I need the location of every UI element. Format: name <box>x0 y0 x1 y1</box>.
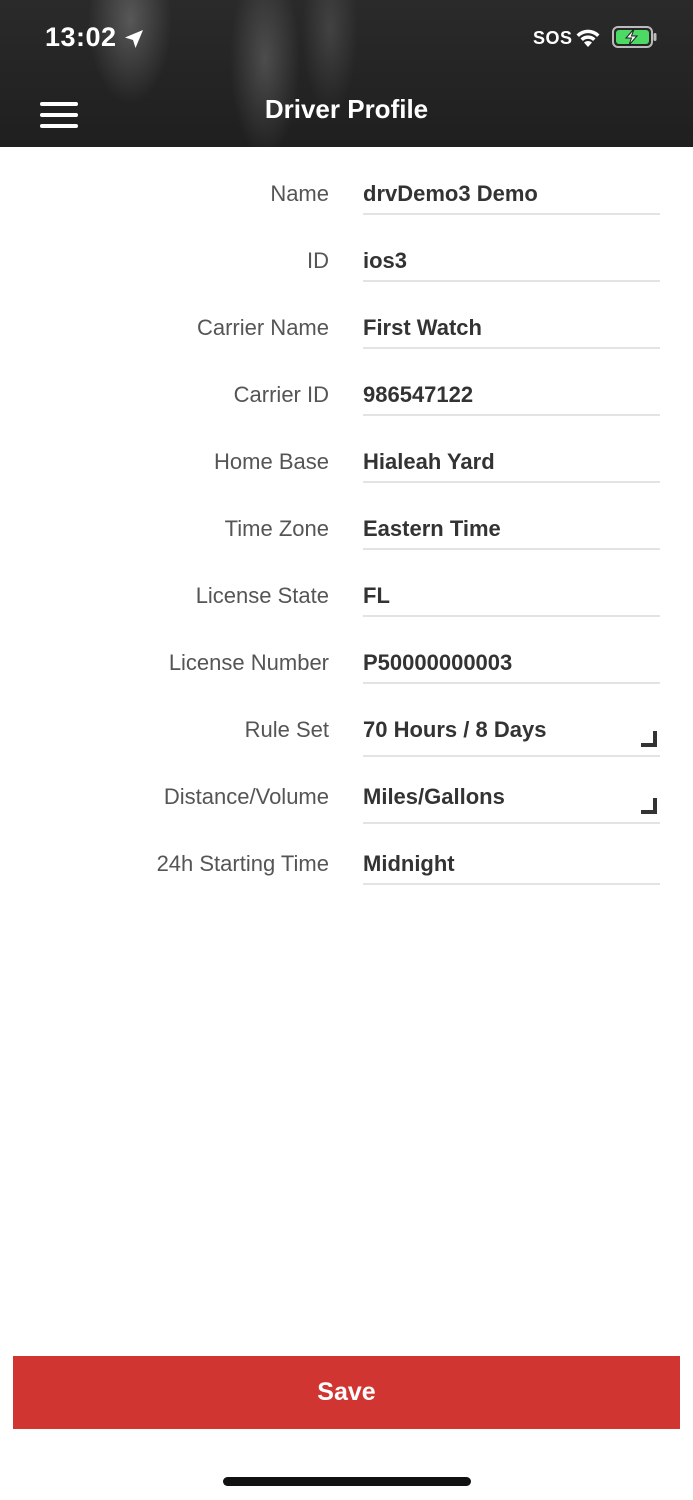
driver-profile-form: Name drvDemo3 Demo ID ios3 Carrier Name … <box>0 147 693 885</box>
field-row-license-number[interactable]: License Number P50000000003 <box>0 616 693 684</box>
field-row-time-zone[interactable]: Time Zone Eastern Time <box>0 482 693 550</box>
field-row-license-state[interactable]: License State FL <box>0 549 693 617</box>
picker-corner-icon <box>641 731 657 747</box>
rule-set-picker[interactable]: 70 Hours / 8 Days <box>363 717 660 743</box>
field-label: Carrier Name <box>196 315 329 340</box>
page-title: Driver Profile <box>264 94 429 124</box>
save-button[interactable]: Save <box>13 1356 680 1429</box>
header: 13:02 SOS Driver Profile <box>0 0 693 147</box>
home-indicator[interactable] <box>223 1477 471 1486</box>
wifi-icon <box>576 29 600 47</box>
home-base-field[interactable]: Hialeah Yard <box>363 449 660 475</box>
field-underline <box>363 883 660 885</box>
status-time: 13:02 <box>45 22 117 52</box>
battery-charging-icon <box>612 26 657 48</box>
field-label: 24h Starting Time <box>156 851 329 876</box>
location-arrow-icon <box>125 30 143 48</box>
field-label: Home Base <box>214 449 329 474</box>
field-row-home-base[interactable]: Home Base Hialeah Yard <box>0 415 693 483</box>
carrier-id-field[interactable]: 986547122 <box>363 382 660 408</box>
nav-bar: Driver Profile <box>0 76 693 147</box>
field-row-id[interactable]: ID ios3 <box>0 214 693 282</box>
driver-profile-screen: 13:02 SOS Driver Profile Name drvDemo3 D… <box>0 0 693 1500</box>
field-row-distance-volume[interactable]: Distance/Volume Miles/Gallons <box>0 750 693 824</box>
id-field[interactable]: ios3 <box>363 248 660 274</box>
field-label: Name <box>270 181 329 206</box>
field-row-carrier-id[interactable]: Carrier ID 986547122 <box>0 348 693 416</box>
picker-corner-icon <box>641 798 657 814</box>
field-row-carrier-name[interactable]: Carrier Name First Watch <box>0 281 693 349</box>
sos-indicator: SOS <box>533 28 573 48</box>
time-zone-field[interactable]: Eastern Time <box>363 516 660 542</box>
field-label: Rule Set <box>244 717 329 742</box>
field-label: Time Zone <box>224 516 329 541</box>
starting-time-field[interactable]: Midnight <box>363 851 660 877</box>
field-row-name[interactable]: Name drvDemo3 Demo <box>0 147 693 215</box>
distance-volume-picker[interactable]: Miles/Gallons <box>363 784 660 810</box>
field-row-starting-time[interactable]: 24h Starting Time Midnight <box>0 817 693 885</box>
field-label: License State <box>195 583 329 608</box>
field-label: Carrier ID <box>233 382 329 407</box>
name-field[interactable]: drvDemo3 Demo <box>363 181 660 207</box>
status-bar: 13:02 SOS <box>0 0 693 76</box>
field-label: Distance/Volume <box>163 784 329 809</box>
license-state-field[interactable]: FL <box>363 583 660 609</box>
field-label: License Number <box>168 650 329 675</box>
carrier-name-field[interactable]: First Watch <box>363 315 660 341</box>
field-row-rule-set[interactable]: Rule Set 70 Hours / 8 Days <box>0 683 693 757</box>
license-number-field[interactable]: P50000000003 <box>363 650 660 676</box>
field-label: ID <box>307 248 329 273</box>
